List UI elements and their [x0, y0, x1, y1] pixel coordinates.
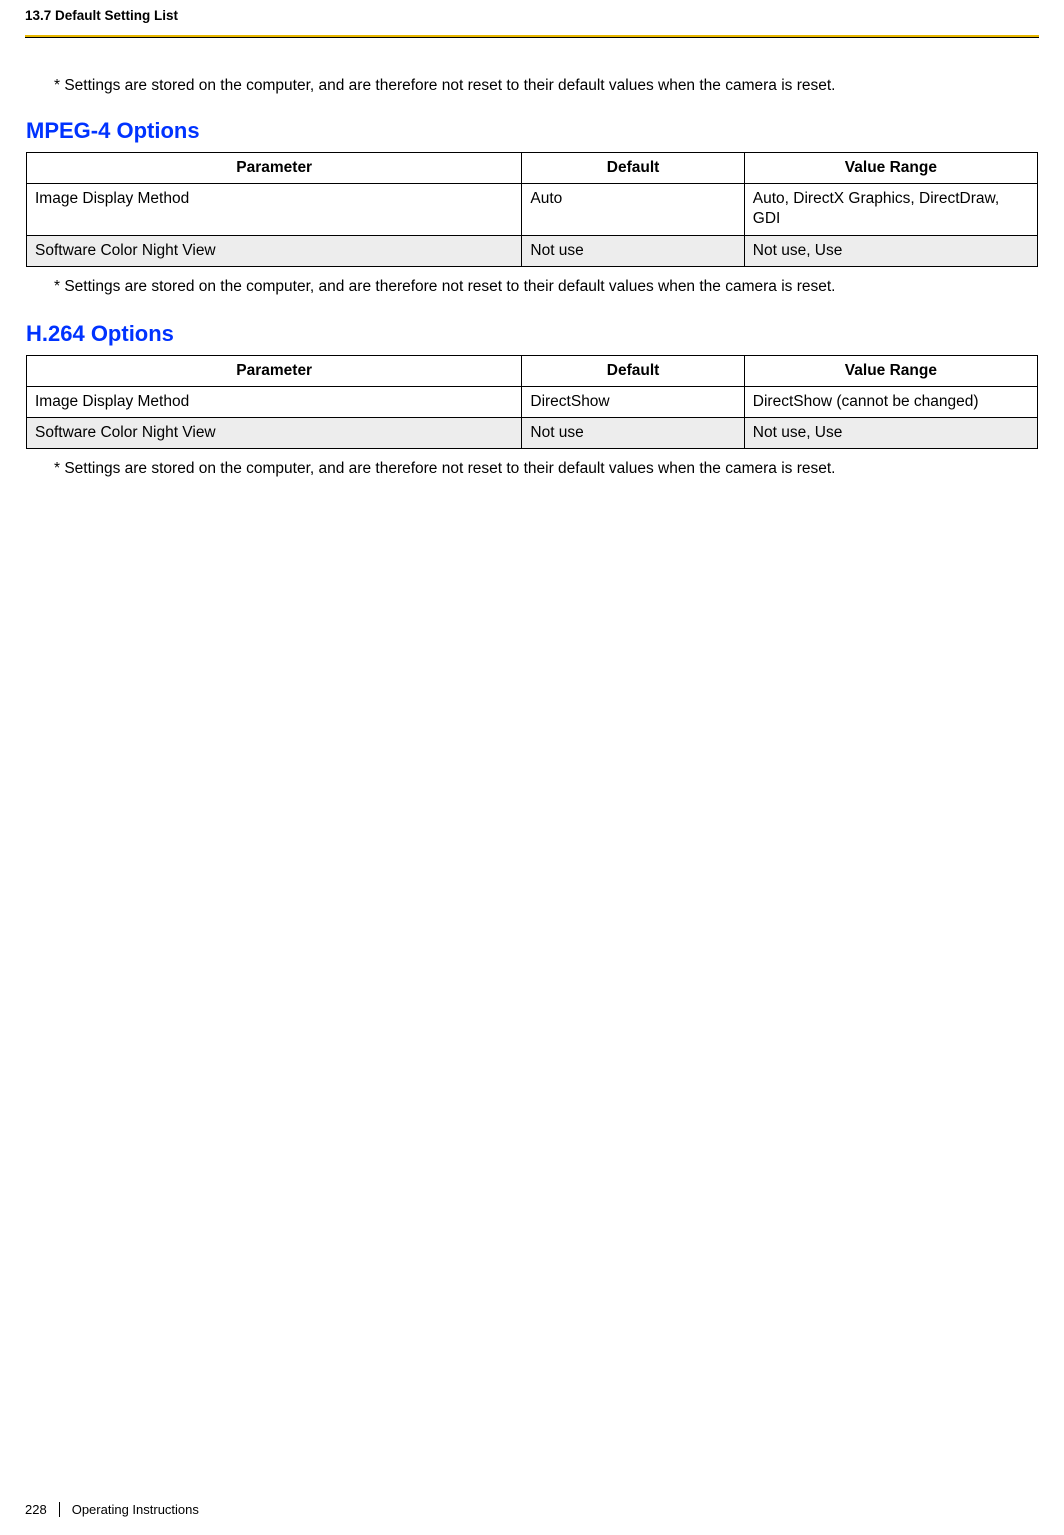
column-header-value-range: Value Range [744, 355, 1037, 386]
cell-value-range: Not use, Use [744, 235, 1037, 266]
settings-table: ParameterDefaultValue RangeImage Display… [26, 152, 1038, 267]
table-row: Image Display MethodAutoAuto, DirectX Gr… [27, 184, 1038, 235]
section-block: H.264 Options ParameterDefaultValue Range… [26, 321, 1038, 480]
footer-doc-title: Operating Instructions [72, 1502, 199, 1517]
cell-value-range: Auto, DirectX Graphics, DirectDraw, GDI [744, 184, 1037, 235]
column-header-default: Default [522, 153, 744, 184]
column-header-default: Default [522, 355, 744, 386]
column-header-parameter: Parameter [27, 355, 522, 386]
table-row: Image Display MethodDirectShowDirectShow… [27, 386, 1038, 417]
note-text: * Settings are stored on the computer, a… [54, 277, 1038, 297]
table-row: Software Color Night ViewNot useNot use,… [27, 235, 1038, 266]
page-header: 13.7 Default Setting List [0, 0, 1064, 23]
content: * Settings are stored on the computer, a… [0, 38, 1064, 479]
cell-parameter: Software Color Night View [27, 235, 522, 266]
section-block: MPEG-4 Options ParameterDefaultValue Rang… [26, 118, 1038, 297]
note-text: * Settings are stored on the computer, a… [54, 459, 1038, 479]
table-header-row: ParameterDefaultValue Range [27, 355, 1038, 386]
cell-value-range: DirectShow (cannot be changed) [744, 386, 1037, 417]
cell-default: DirectShow [522, 386, 744, 417]
settings-table: ParameterDefaultValue RangeImage Display… [26, 355, 1038, 449]
footer: 228 Operating Instructions [25, 1502, 199, 1517]
page-number: 228 [25, 1502, 60, 1517]
cell-parameter: Image Display Method [27, 184, 522, 235]
cell-parameter: Image Display Method [27, 386, 522, 417]
cell-default: Not use [522, 235, 744, 266]
header-title: 13.7 Default Setting List [25, 8, 178, 23]
section-heading: MPEG-4 Options [26, 118, 1038, 144]
cell-default: Not use [522, 418, 744, 449]
cell-parameter: Software Color Night View [27, 418, 522, 449]
cell-default: Auto [522, 184, 744, 235]
section-heading: H.264 Options [26, 321, 1038, 347]
note-text-top: * Settings are stored on the computer, a… [54, 76, 1038, 96]
column-header-value-range: Value Range [744, 153, 1037, 184]
column-header-parameter: Parameter [27, 153, 522, 184]
cell-value-range: Not use, Use [744, 418, 1037, 449]
table-header-row: ParameterDefaultValue Range [27, 153, 1038, 184]
table-row: Software Color Night ViewNot useNot use,… [27, 418, 1038, 449]
